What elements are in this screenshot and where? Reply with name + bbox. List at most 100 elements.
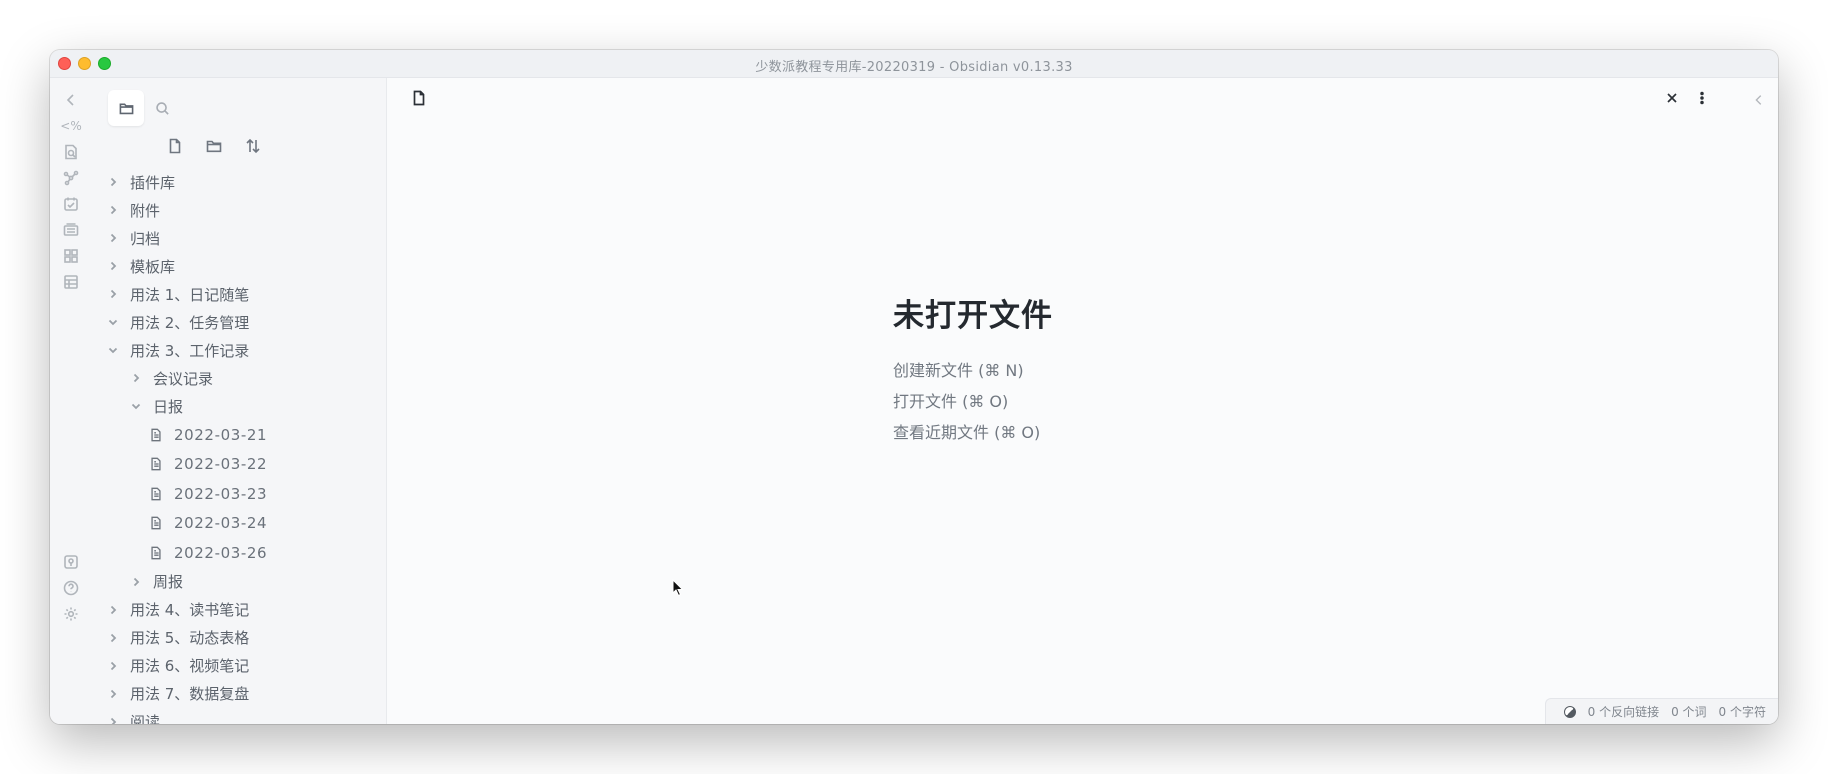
document-icon <box>148 545 164 561</box>
tree-item-label: 用法 1、日记随笔 <box>130 285 250 304</box>
status-bar: 0 个反向链接 0 个词 0 个字符 <box>1544 698 1778 724</box>
chevron-right-icon[interactable] <box>106 687 120 701</box>
file-explorer-tab[interactable] <box>108 90 144 126</box>
graph-view-icon[interactable] <box>61 168 81 188</box>
sync-status-icon[interactable] <box>1563 705 1576 718</box>
chevron-down-icon[interactable] <box>106 343 120 357</box>
file-icon <box>411 90 427 106</box>
tree-item-label: 会议记录 <box>153 369 214 388</box>
sort-icon <box>245 138 260 153</box>
chevron-right-icon[interactable] <box>106 603 120 617</box>
table-icon[interactable] <box>61 272 81 292</box>
templater-icon[interactable]: <% <box>60 116 81 136</box>
tree-item-label: 阅读 <box>130 713 161 724</box>
new-note-button[interactable] <box>162 133 187 158</box>
tree-item-label: 插件库 <box>130 173 176 192</box>
tree-folder-item[interactable]: 用法 6、视频笔记 <box>92 652 370 680</box>
settings-icon[interactable] <box>61 604 81 624</box>
help-icon[interactable] <box>61 578 81 598</box>
chevron-right-icon[interactable] <box>106 715 120 724</box>
empty-state: 未打开文件 创建新文件 (⌘ N) 打开文件 (⌘ O) 查看近期文件 (⌘ O… <box>893 290 1053 448</box>
title-bar: 少数派教程专用库-20220319 - Obsidian v0.13.33 <box>50 50 1778 78</box>
tree-item-label: 附件 <box>130 201 161 220</box>
tree-folder-item[interactable]: 插件库 <box>92 168 370 196</box>
chevron-down-icon[interactable] <box>106 315 120 329</box>
tree-item-label: 2022-03-26 <box>174 543 268 562</box>
pane-header <box>387 78 1778 118</box>
tree-folder-item[interactable]: 用法 7、数据复盘 <box>92 680 370 708</box>
tree-folder-item[interactable]: 归档 <box>92 224 370 252</box>
file-tree: 插件库附件归档模板库用法 1、日记随笔 用法 2、任务管理 用法 3、工作记录会议记… <box>92 168 370 724</box>
tree-folder-item[interactable]: 会议记录 <box>92 364 370 392</box>
open-vault-icon[interactable] <box>61 552 81 572</box>
tree-folder-item[interactable]: 周报 <box>92 568 370 596</box>
word-count: 0 个词 <box>1671 705 1707 719</box>
document-icon <box>148 515 164 531</box>
tree-file-item[interactable]: 2022-03-22 <box>92 450 370 480</box>
tree-folder-item[interactable]: 用法 5、动态表格 <box>92 624 370 652</box>
create-new-file-link[interactable]: 创建新文件 (⌘ N) <box>893 355 1053 386</box>
collapse-right-icon[interactable] <box>1752 92 1766 106</box>
tree-folder-item[interactable]: 用法 3、工作记录 <box>92 336 370 364</box>
daily-note-icon[interactable] <box>61 194 81 214</box>
tree-item-label: 模板库 <box>130 257 176 276</box>
app-window: 少数派教程专用库-20220319 - Obsidian v0.13.33 <% <box>50 50 1778 724</box>
chevron-right-icon[interactable] <box>106 175 120 189</box>
tree-file-item[interactable]: 2022-03-26 <box>92 538 370 568</box>
tree-item-label: 用法 4、读书笔记 <box>130 601 250 619</box>
recent-files-link[interactable]: 查看近期文件 (⌘ O) <box>893 417 1053 448</box>
window-title: 少数派教程专用库-20220319 - Obsidian v0.13.33 <box>755 60 1073 75</box>
tree-item-label: 用法 7、数据复盘 <box>130 685 250 703</box>
sort-button[interactable] <box>240 133 265 158</box>
tree-item-label: 2022-03-23 <box>174 484 268 503</box>
chevron-right-icon[interactable] <box>106 659 120 673</box>
tree-item-label: 日报 <box>153 397 184 416</box>
chevron-right-icon[interactable] <box>106 259 120 273</box>
tree-folder-item[interactable]: 阅读 <box>92 708 370 724</box>
tree-item-label: 用法 2、任务管理 <box>130 313 250 332</box>
tree-file-item[interactable]: 2022-03-21 <box>92 420 370 450</box>
document-icon <box>148 456 164 472</box>
more-options-icon[interactable] <box>1692 88 1712 108</box>
chevron-right-icon[interactable] <box>106 203 120 217</box>
chevron-right-icon[interactable] <box>106 287 120 301</box>
open-file-link[interactable]: 打开文件 (⌘ O) <box>893 386 1053 417</box>
mouse-cursor-icon <box>672 579 684 597</box>
folder-plus-icon <box>206 140 221 152</box>
tree-item-label: 2022-03-24 <box>174 514 268 533</box>
search-icon <box>155 101 169 115</box>
tree-folder-item[interactable]: 日报 <box>92 392 370 420</box>
left-ribbon: <% <box>50 78 92 724</box>
tree-file-item[interactable]: 2022-03-23 <box>92 479 370 509</box>
tree-item-label: 周报 <box>153 573 184 591</box>
tree-item-label: 用法 3、工作记录 <box>130 341 250 360</box>
chevron-right-icon[interactable] <box>106 631 120 645</box>
quick-switcher-icon[interactable] <box>61 142 81 162</box>
folder-icon <box>119 102 133 114</box>
chevron-right-icon[interactable] <box>129 575 143 589</box>
tree-item-label: 用法 6、视频笔记 <box>130 657 250 675</box>
tree-item-label: 归档 <box>130 229 161 248</box>
search-tab[interactable] <box>144 90 180 126</box>
tree-folder-item[interactable]: 模板库 <box>92 252 370 280</box>
collapse-left-icon[interactable] <box>61 90 81 110</box>
tree-folder-item[interactable]: 用法 4、读书笔记 <box>92 596 370 624</box>
slides-icon[interactable] <box>61 220 81 240</box>
chevron-right-icon[interactable] <box>129 371 143 385</box>
new-folder-button[interactable] <box>201 133 226 158</box>
main-pane: 未打开文件 创建新文件 (⌘ N) 打开文件 (⌘ O) 查看近期文件 (⌘ O… <box>386 78 1778 724</box>
tree-item-label: 2022-03-21 <box>174 425 268 444</box>
tree-folder-item[interactable]: 附件 <box>92 196 370 224</box>
tree-folder-item[interactable]: 用法 1、日记随笔 <box>92 280 370 308</box>
chevron-down-icon[interactable] <box>129 399 143 413</box>
tree-folder-item[interactable]: 用法 2、任务管理 <box>92 308 370 336</box>
close-icon[interactable] <box>1662 88 1682 108</box>
sidebar-tabs <box>108 90 180 126</box>
tree-file-item[interactable]: 2022-03-24 <box>92 509 370 539</box>
file-plus-icon <box>169 138 180 153</box>
backlinks-count[interactable]: 0 个反向链接 <box>1588 703 1659 720</box>
file-explorer-sidebar: 插件库附件归档模板库用法 1、日记随笔 用法 2、任务管理 用法 3、工作记录会议记… <box>92 78 427 724</box>
workspaces-icon[interactable] <box>61 246 81 266</box>
tree-item-label: 用法 5、动态表格 <box>130 629 250 647</box>
chevron-right-icon[interactable] <box>106 231 120 245</box>
